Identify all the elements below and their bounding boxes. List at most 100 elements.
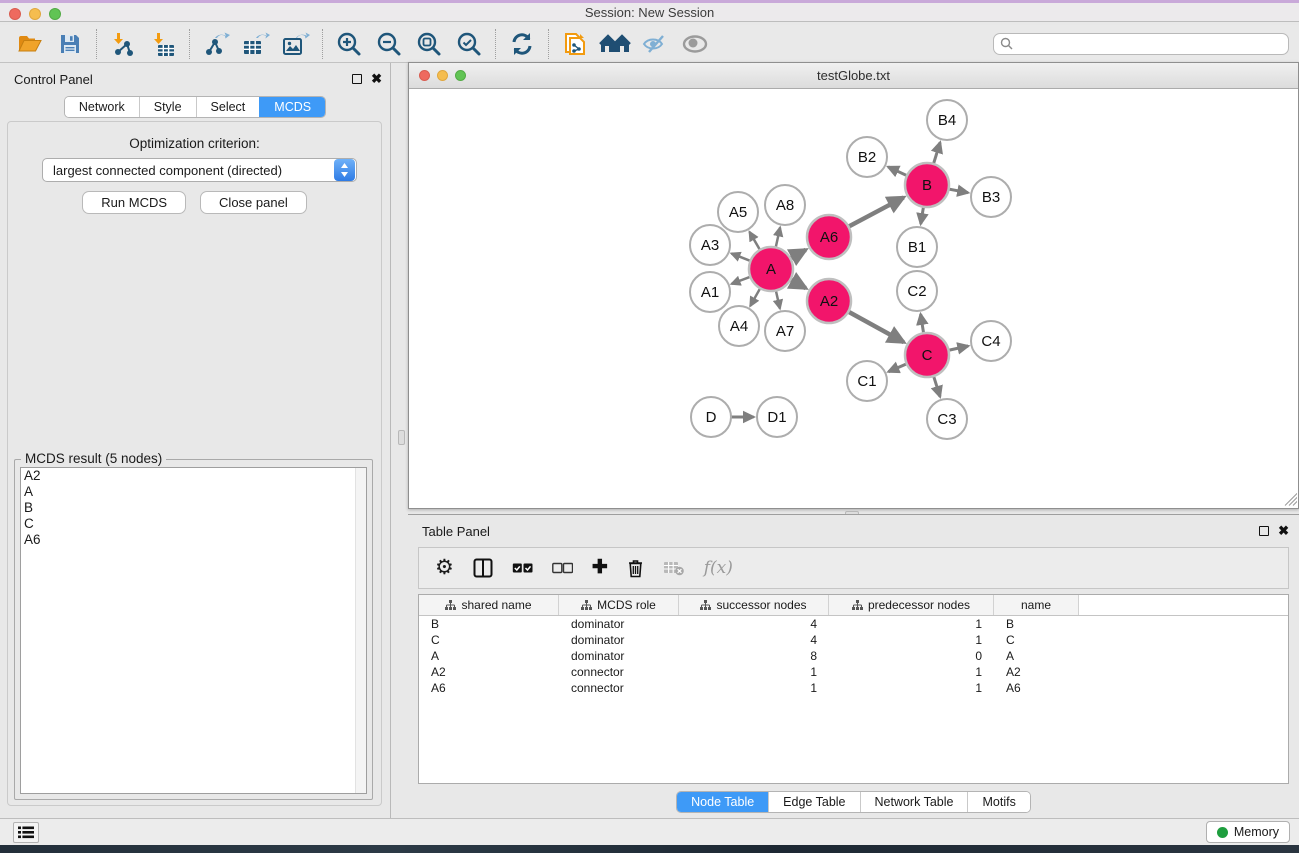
table-cell[interactable]: connector: [559, 664, 679, 680]
refresh-icon[interactable]: [502, 28, 542, 60]
table-cell[interactable]: A: [419, 648, 559, 664]
network-window-titlebar[interactable]: testGlobe.txt: [409, 63, 1298, 89]
table-cell[interactable]: connector: [559, 680, 679, 696]
result-item-a[interactable]: A: [21, 484, 366, 500]
network-minimize-button[interactable]: [437, 70, 448, 81]
add-column-icon[interactable]: ✚: [592, 558, 608, 578]
tab-select[interactable]: Select: [196, 97, 260, 117]
graph-node-C2[interactable]: C2: [897, 271, 937, 311]
zoom-selected-region-icon[interactable]: [449, 28, 489, 60]
graph-node-C1[interactable]: C1: [847, 361, 887, 401]
result-list-scrollbar[interactable]: [355, 468, 366, 793]
minimize-window-button[interactable]: [29, 8, 41, 20]
table-cell[interactable]: 4: [679, 632, 829, 648]
open-file-icon[interactable]: [10, 28, 50, 60]
table-cell[interactable]: dominator: [559, 616, 679, 632]
export-network-icon[interactable]: [196, 28, 236, 60]
table-cell[interactable]: 1: [829, 632, 994, 648]
graph-node-A3[interactable]: A3: [690, 225, 730, 265]
duplicate-network-icon[interactable]: [555, 28, 595, 60]
result-item-a2[interactable]: A2: [21, 468, 366, 484]
tab-style[interactable]: Style: [139, 97, 196, 117]
select-all-icon[interactable]: [512, 562, 533, 574]
table-cell[interactable]: A: [994, 648, 1079, 664]
hide-visibility-icon[interactable]: [635, 28, 675, 60]
graph-node-A[interactable]: A: [749, 247, 793, 291]
zoom-out-icon[interactable]: [369, 28, 409, 60]
graph-node-A4[interactable]: A4: [719, 306, 759, 346]
table-cell[interactable]: C: [419, 632, 559, 648]
close-window-button[interactable]: [9, 8, 21, 20]
graph-node-A5[interactable]: A5: [718, 192, 758, 232]
network-close-button[interactable]: [419, 70, 430, 81]
table-cell[interactable]: 1: [829, 680, 994, 696]
graph-node-B2[interactable]: B2: [847, 137, 887, 177]
graph-node-A8[interactable]: A8: [765, 185, 805, 225]
column-header-MCDS-role[interactable]: MCDS role: [559, 595, 679, 615]
table-tab-node-table[interactable]: Node Table: [677, 792, 768, 812]
column-header-successor-nodes[interactable]: successor nodes: [679, 595, 829, 615]
table-cell[interactable]: C: [994, 632, 1079, 648]
float-table-panel-icon[interactable]: [1259, 526, 1269, 536]
float-panel-icon[interactable]: [352, 74, 362, 84]
tab-mcds[interactable]: MCDS: [259, 97, 325, 117]
table-row[interactable]: A6connector11A6: [419, 680, 1288, 696]
tab-network[interactable]: Network: [65, 97, 139, 117]
zoom-fit-content-icon[interactable]: [409, 28, 449, 60]
close-panel-icon[interactable]: ✖: [371, 74, 382, 84]
column-header-name[interactable]: name: [994, 595, 1079, 615]
table-row[interactable]: Bdominator41B: [419, 616, 1288, 632]
vertical-split-handle[interactable]: [398, 430, 405, 445]
graph-node-D[interactable]: D: [691, 397, 731, 437]
graph-node-D1[interactable]: D1: [757, 397, 797, 437]
table-cell[interactable]: A2: [994, 664, 1079, 680]
table-cell[interactable]: B: [419, 616, 559, 632]
graph-node-A2[interactable]: A2: [807, 279, 851, 323]
network-maximize-button[interactable]: [455, 70, 466, 81]
graph-node-A1[interactable]: A1: [690, 272, 730, 312]
search-input[interactable]: [1017, 37, 1282, 51]
table-cell[interactable]: A6: [419, 680, 559, 696]
table-cell[interactable]: 8: [679, 648, 829, 664]
result-item-c[interactable]: C: [21, 516, 366, 532]
column-header-shared-name[interactable]: shared name: [419, 595, 559, 615]
maximize-window-button[interactable]: [49, 8, 61, 20]
graph-node-C[interactable]: C: [905, 333, 949, 377]
table-cell[interactable]: 1: [829, 664, 994, 680]
close-panel-button[interactable]: Close panel: [200, 191, 307, 214]
table-cell[interactable]: A2: [419, 664, 559, 680]
zoom-in-icon[interactable]: [329, 28, 369, 60]
table-tab-edge-table[interactable]: Edge Table: [768, 792, 859, 812]
deselect-all-icon[interactable]: [552, 562, 573, 574]
task-history-button[interactable]: [13, 822, 39, 843]
resize-grip-icon[interactable]: [1283, 493, 1297, 507]
import-table-from-file-icon[interactable]: [143, 28, 183, 60]
memory-button[interactable]: Memory: [1206, 821, 1290, 843]
table-tab-network-table[interactable]: Network Table: [860, 792, 968, 812]
export-table-icon[interactable]: [236, 28, 276, 60]
delete-column-trash-icon[interactable]: [627, 558, 644, 578]
table-cell[interactable]: A6: [994, 680, 1079, 696]
result-item-a6[interactable]: A6: [21, 532, 366, 548]
table-cell[interactable]: B: [994, 616, 1079, 632]
table-settings-gear-icon[interactable]: ⚙: [435, 558, 454, 578]
table-row[interactable]: Adominator80A: [419, 648, 1288, 664]
column-browser-icon[interactable]: [473, 558, 493, 578]
search-field[interactable]: [993, 33, 1289, 55]
table-cell[interactable]: dominator: [559, 648, 679, 664]
graph-node-A6[interactable]: A6: [807, 215, 851, 259]
table-cell[interactable]: 0: [829, 648, 994, 664]
table-row[interactable]: Cdominator41C: [419, 632, 1288, 648]
optimization-criterion-dropdown[interactable]: largest connected component (directed): [42, 158, 357, 182]
table-cell[interactable]: 4: [679, 616, 829, 632]
table-cell[interactable]: 1: [679, 680, 829, 696]
table-cell[interactable]: 1: [679, 664, 829, 680]
graph-node-B[interactable]: B: [905, 163, 949, 207]
table-cell[interactable]: 1: [829, 616, 994, 632]
graph-node-B1[interactable]: B1: [897, 227, 937, 267]
graph-node-C4[interactable]: C4: [971, 321, 1011, 361]
preview-eye-icon[interactable]: [675, 28, 715, 60]
graph-node-B3[interactable]: B3: [971, 177, 1011, 217]
column-header-predecessor-nodes[interactable]: predecessor nodes: [829, 595, 994, 615]
result-item-b[interactable]: B: [21, 500, 366, 516]
